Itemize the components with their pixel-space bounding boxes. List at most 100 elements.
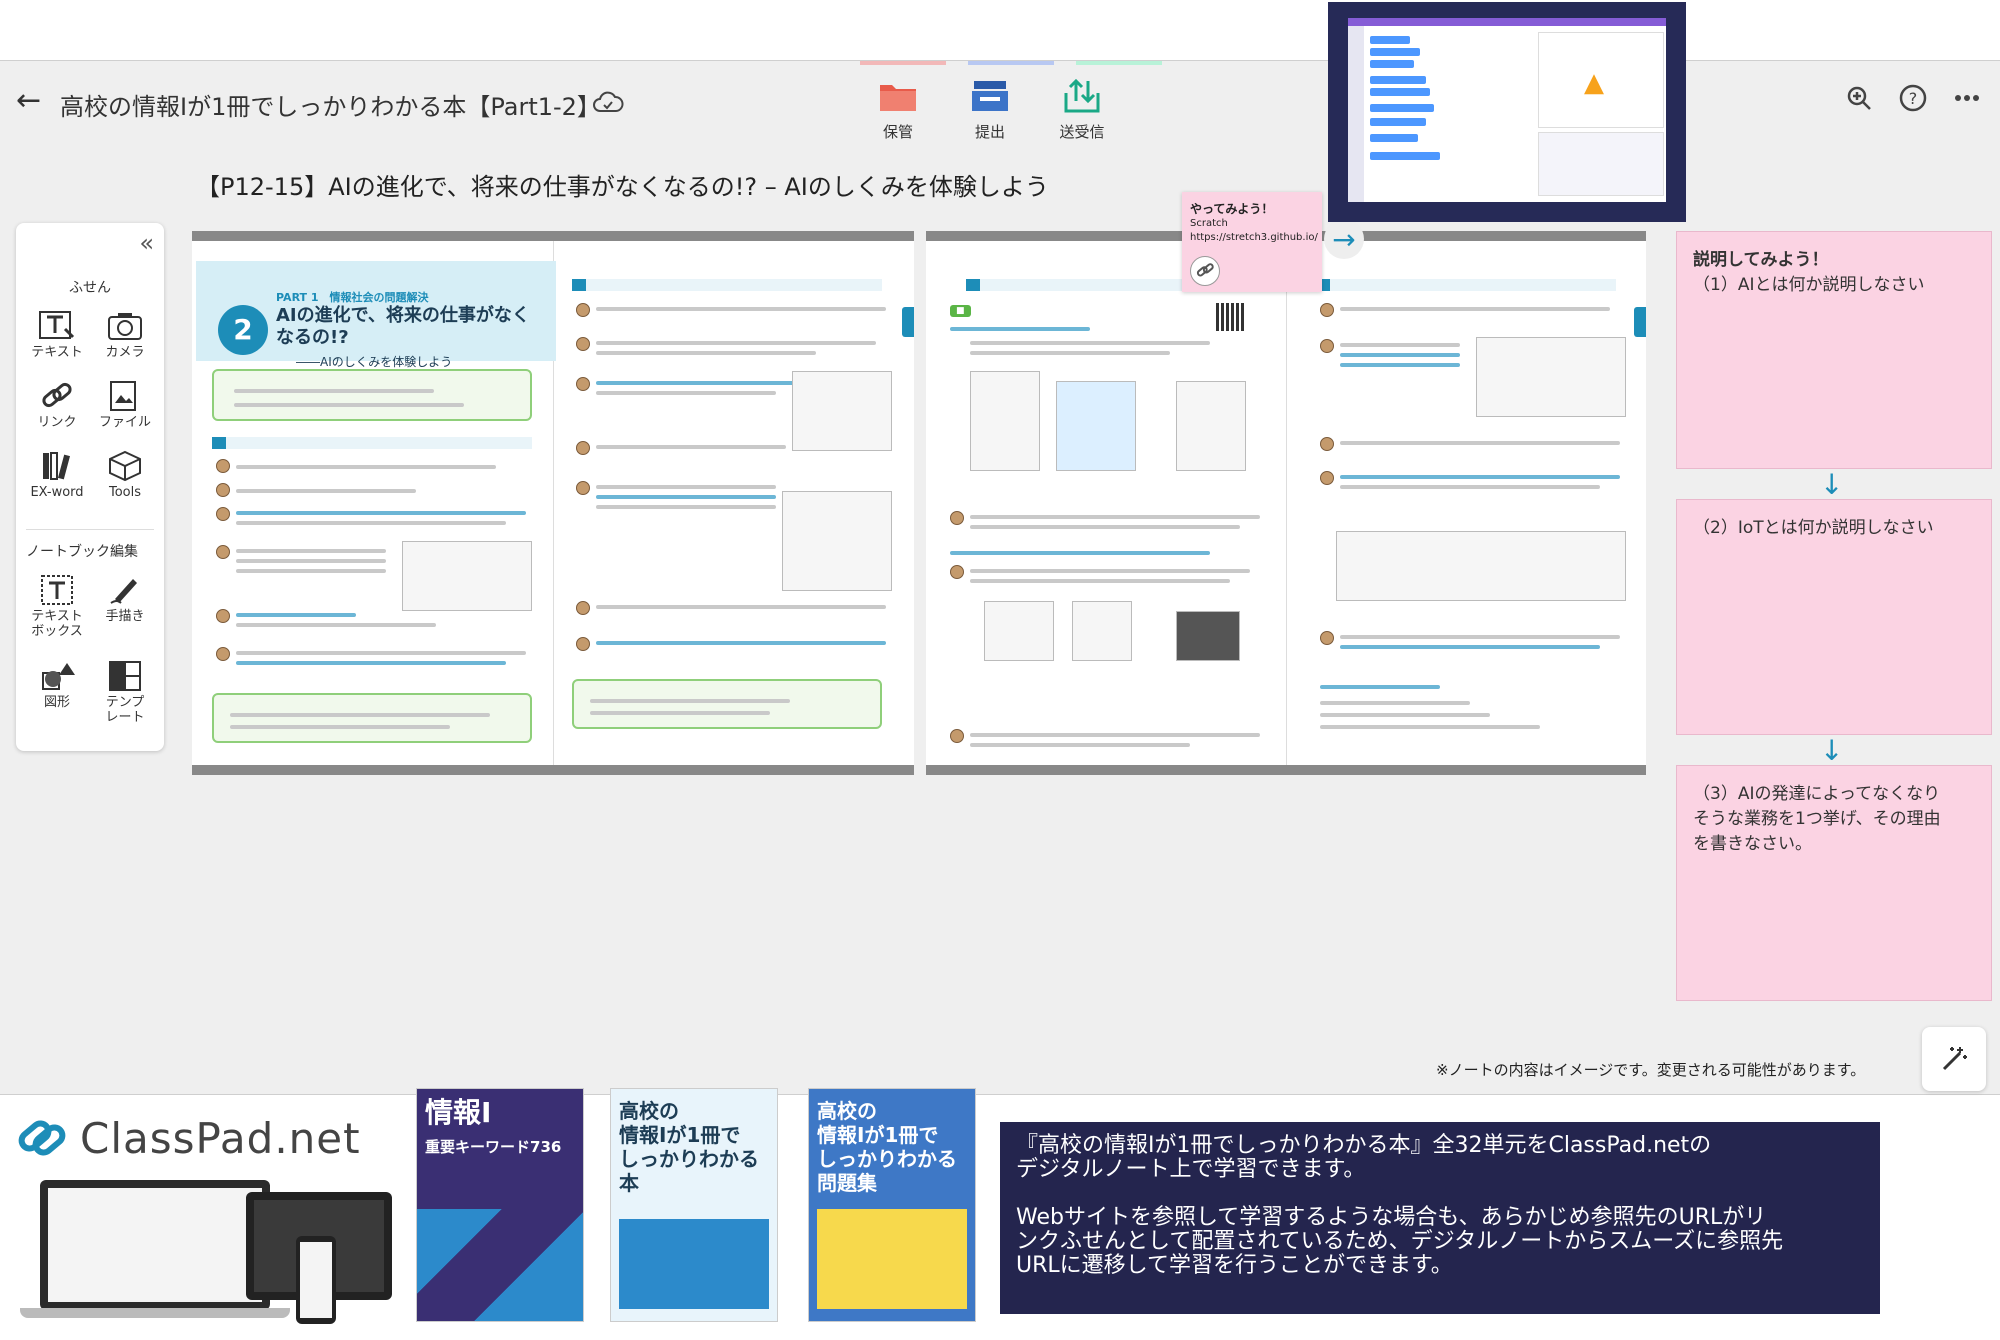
arrow-down-icon: ↓ xyxy=(1820,468,1844,501)
disclaimer-text: ※ノートの内容はイメージです。変更される可能性があります。 xyxy=(1436,1061,1866,1079)
chapter-title-box: PART 1 情報社会の問題解決 2 AIの進化で、将来の仕事がなくなるの!? … xyxy=(196,261,556,369)
chapter-title: AIの進化で、将来の仕事がなくなるの!? xyxy=(276,305,530,348)
brand-name: ClassPad.net xyxy=(80,1113,361,1163)
camera-icon xyxy=(108,313,142,340)
note-text: （1）AIとは何か説明しなさい xyxy=(1693,275,1925,295)
scratch-screenshot-3 xyxy=(1176,381,1246,471)
submit-button[interactable]: 提出 xyxy=(950,79,1030,142)
tray-icon xyxy=(972,81,1008,111)
code-blocks xyxy=(1072,601,1132,661)
tool-palette: « ふせん テキスト カメラ リンク ファイル EX-word Tools ノー… xyxy=(16,223,164,751)
cloud-sync-icon[interactable] xyxy=(592,89,624,117)
tab-color-1 xyxy=(860,61,946,65)
link-icon xyxy=(42,382,72,408)
devices-illustration xyxy=(20,1180,392,1330)
palette-divider xyxy=(26,529,154,530)
top-right-icons: ? xyxy=(1844,83,1982,113)
book-subtitle: 重要キーワード736 xyxy=(425,1138,562,1156)
note-text: （2）IoTとは何か説明しなさい xyxy=(1693,518,1934,538)
tab-color-2 xyxy=(968,61,1054,65)
scratch-screenshot-1 xyxy=(970,371,1040,471)
svg-text:?: ? xyxy=(1909,89,1918,108)
shape-icon xyxy=(42,663,75,690)
sticky-site-name: Scratch xyxy=(1190,218,1228,229)
tool-camera[interactable]: カメラ xyxy=(92,309,158,360)
note-title: 説明してみよう！ xyxy=(1693,250,1829,270)
book-title: 高校の 情報Ⅰが1冊で しっかりわかる 問題集 xyxy=(817,1099,957,1195)
textbox-icon xyxy=(41,575,73,605)
computer-illustration xyxy=(782,491,892,591)
book-cover-keywords: 情報Ⅰ 重要キーワード736 xyxy=(416,1088,584,1322)
page-heading: 【P12-15】AIの進化で、将来の仕事がなくなるの!? – AIのしくみを体験… xyxy=(196,173,1049,201)
problem-summary-box xyxy=(212,693,532,743)
section-bar xyxy=(1316,279,1616,291)
magic-wand-icon xyxy=(1942,1047,1967,1071)
pen-icon xyxy=(110,579,137,604)
magic-wand-button[interactable] xyxy=(1922,1027,1986,1091)
link-icon[interactable] xyxy=(1190,256,1220,286)
textbook-spread-left[interactable]: PART 1 情報社会の問題解決 2 AIの進化で、将来の仕事がなくなるの!? … xyxy=(192,231,914,775)
notebook-edit-heading: ノートブック編集 xyxy=(26,544,138,560)
save-button[interactable]: 保管 xyxy=(858,79,938,142)
book-cover-workbook: 高校の 情報Ⅰが1冊で しっかりわかる 問題集 xyxy=(808,1088,976,1322)
tool-textbox[interactable]: テキスト ボックス xyxy=(24,573,90,639)
chapter-part: PART 1 情報社会の問題解決 xyxy=(276,291,429,304)
qr-code xyxy=(1216,303,1244,331)
tool-ex-word[interactable]: EX-word xyxy=(24,449,90,500)
book-title: 高校の 情報Ⅰが1冊で しっかりわかる本 xyxy=(619,1099,759,1195)
tool-file[interactable]: ファイル xyxy=(92,379,158,430)
page-gutter xyxy=(1286,241,1287,765)
collapse-chevron-icon[interactable]: « xyxy=(139,229,154,257)
text-tool-icon xyxy=(39,311,75,339)
sticky-url[interactable]: https://stretch3.github.io/ xyxy=(1190,232,1318,243)
arrow-right-icon: → xyxy=(1324,219,1364,259)
iot-diagram xyxy=(1336,531,1626,601)
folder-icon xyxy=(880,85,916,111)
tool-link[interactable]: リンク xyxy=(24,379,90,430)
help-icon[interactable]: ? xyxy=(1898,83,1928,113)
link-sticky-note[interactable]: やってみよう！ Scratch https://stretch3.github.… xyxy=(1182,192,1322,292)
camera-photo-2 xyxy=(1176,611,1240,661)
tool-tools[interactable]: Tools xyxy=(92,449,158,500)
key-points-box xyxy=(212,369,532,421)
scratch-editor-preview: ▲ xyxy=(1348,18,1666,202)
box-icon xyxy=(109,450,141,482)
transfer-icon xyxy=(1064,79,1100,113)
notebook-window: ← 高校の情報Ⅰが1冊でしっかりわかる本【Part1-2】 保管 提出 送受信 … xyxy=(0,60,2000,1095)
section-bar xyxy=(572,279,882,291)
send-receive-button[interactable]: 送受信 xyxy=(1042,79,1122,142)
section-bar xyxy=(212,437,532,449)
template-icon xyxy=(109,661,141,691)
note-card-2[interactable]: （2）IoTとは何か説明しなさい xyxy=(1676,499,1992,735)
tool-text[interactable]: テキスト xyxy=(24,309,90,360)
classpad-logo-icon xyxy=(18,1120,66,1156)
note-text: （3）AIの発達によってなくなり そうな業務を1つ挙げ、その理由 を書きなさい。 xyxy=(1693,784,1941,854)
more-menu-icon[interactable] xyxy=(1952,83,1982,113)
scratch-screenshot: ▲ xyxy=(1328,2,1686,222)
book-title: 情報Ⅰ xyxy=(425,1096,492,1129)
dictionary-icon xyxy=(43,452,71,480)
document-title: 高校の情報Ⅰが1冊でしっかりわかる本【Part1-2】 xyxy=(60,93,601,121)
sticky-title: やってみよう！ xyxy=(1190,202,1274,216)
note-card-1[interactable]: 説明してみよう！ （1）AIとは何か説明しなさい xyxy=(1676,231,1992,469)
top-toolbar: ← 高校の情報Ⅰが1冊でしっかりわかる本【Part1-2】 保管 提出 送受信 … xyxy=(0,61,2000,157)
fusen-heading: ふせん xyxy=(69,280,111,296)
back-arrow-icon[interactable]: ← xyxy=(16,85,48,117)
tool-shape[interactable]: 図形 xyxy=(24,659,90,710)
scratch-cat-icon: ▲ xyxy=(1584,68,1604,98)
info-paragraph-2: Webサイトを参照して学習するような場合も、あらかじめ参照先のURLがリ ンクふ… xyxy=(1016,1205,1784,1278)
solution-points-box xyxy=(572,679,882,729)
info-paragraph-1: 『高校の情報Ⅰが1冊でしっかりわかる本』全32単元をClassPad.netの … xyxy=(1016,1133,1712,1182)
chapter-number: 2 xyxy=(218,305,268,355)
textbook-spread-right[interactable]: ■ xyxy=(926,231,1646,775)
tool-handwriting[interactable]: 手描き xyxy=(92,573,158,624)
zoom-in-icon[interactable] xyxy=(1844,83,1874,113)
file-icon xyxy=(110,381,136,411)
tool-template[interactable]: テンプ レート xyxy=(92,659,158,725)
note-card-3[interactable]: （3）AIの発達によってなくなり そうな業務を1つ挙げ、その理由 を書きなさい。 xyxy=(1676,765,1992,1001)
arrow-down-icon: ↓ xyxy=(1820,734,1844,767)
scratch-screenshot-2 xyxy=(1056,381,1136,471)
tab-color-3 xyxy=(1076,61,1162,65)
info-box: 『高校の情報Ⅰが1冊でしっかりわかる本』全32単元をClassPad.netの … xyxy=(1000,1122,1880,1314)
camera-photo-1 xyxy=(984,601,1054,661)
